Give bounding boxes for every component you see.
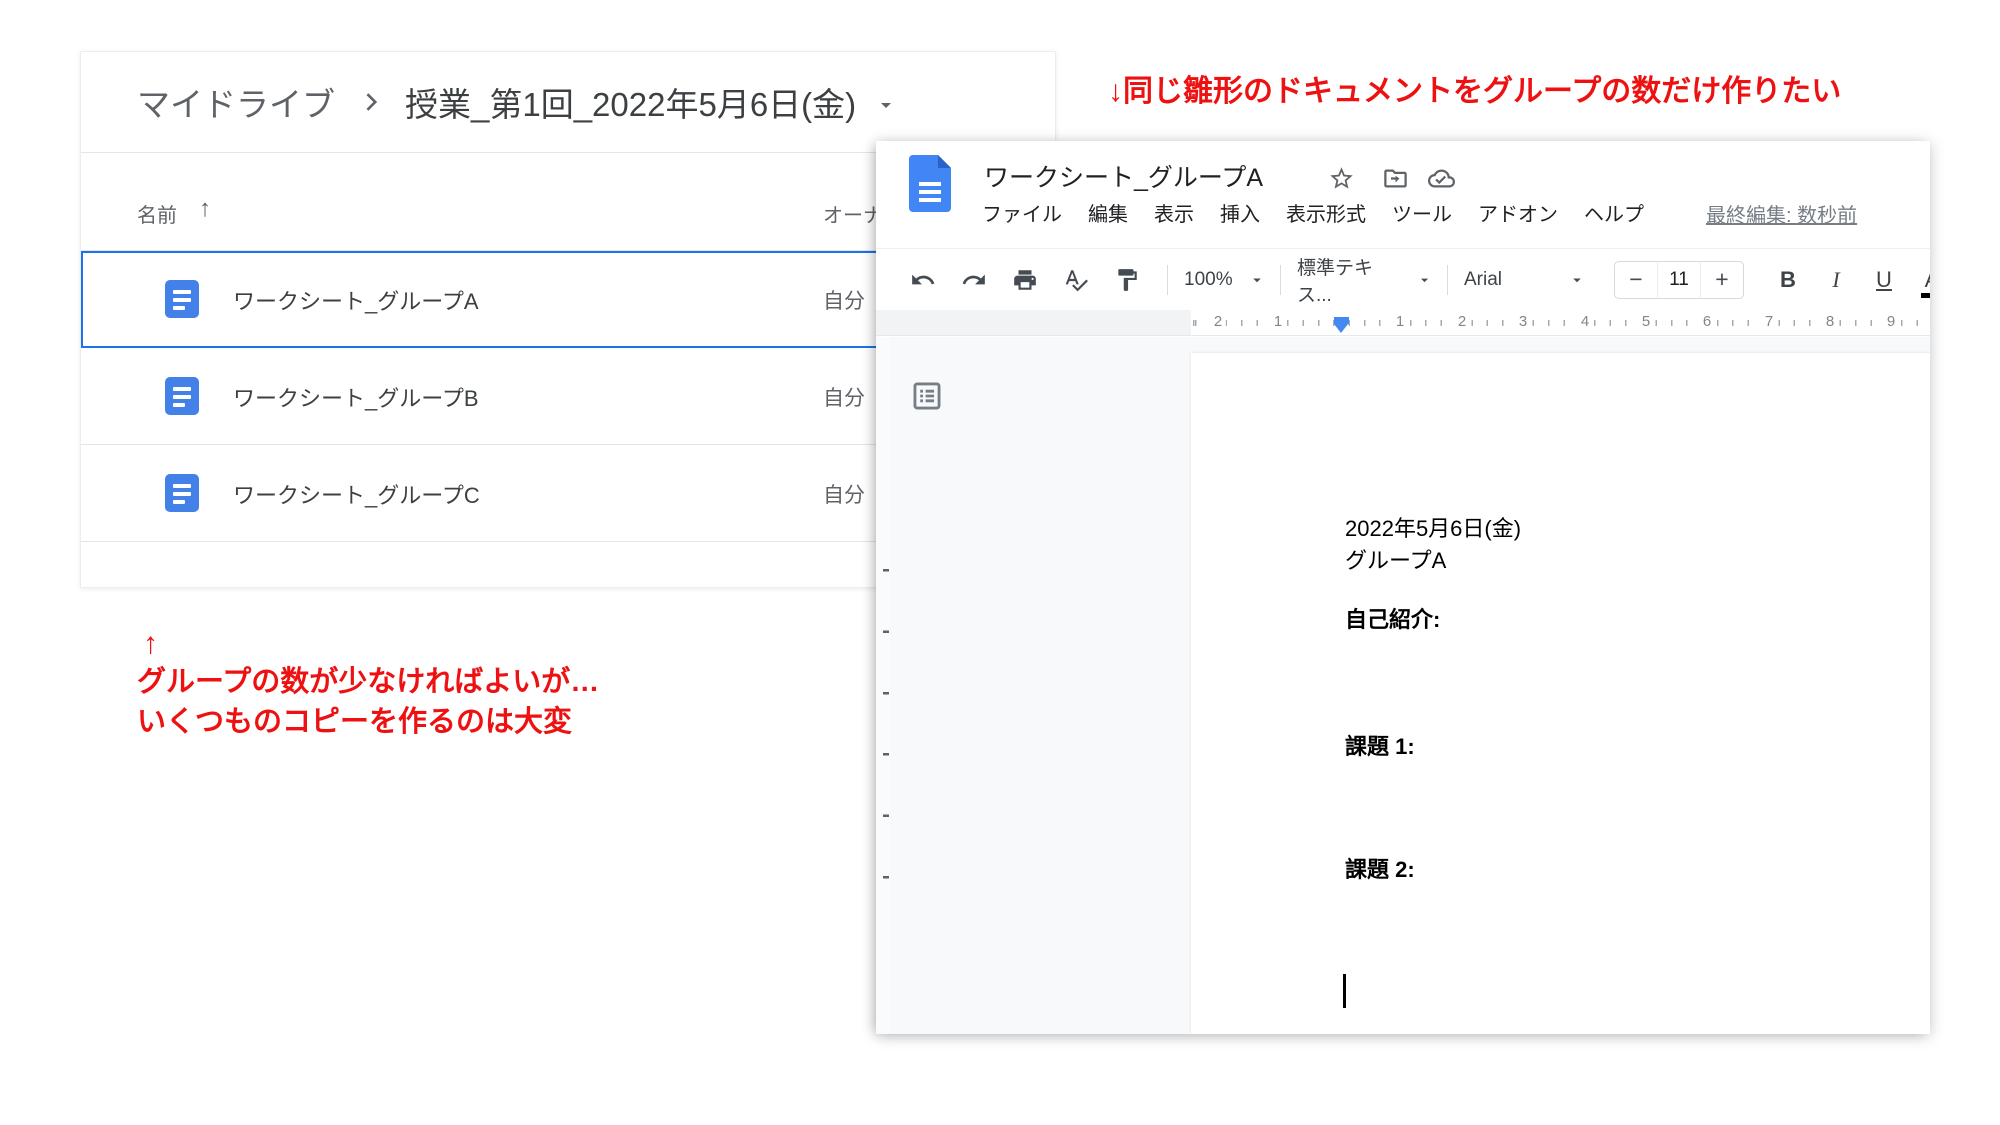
- toolbar-divider: [1280, 265, 1281, 295]
- menu-item[interactable]: 挿入: [1220, 198, 1260, 227]
- zoom-value: 100%: [1184, 269, 1233, 291]
- paint-format-icon[interactable]: [1114, 267, 1140, 293]
- increase-font-size-button[interactable]: +: [1701, 266, 1743, 293]
- menu-item[interactable]: ツール: [1392, 198, 1452, 227]
- file-name: ワークシート_グループA: [233, 284, 479, 316]
- paragraph-style-value: 標準テキス...: [1297, 253, 1402, 307]
- file-owner: 自分: [823, 285, 865, 315]
- column-header-owner[interactable]: オーナ: [823, 199, 883, 228]
- document-page[interactable]: 2022年5月6日(金) グループA 自己紹介: 課題 1: 課題 2:: [1191, 353, 1930, 1034]
- redo-icon[interactable]: [961, 267, 987, 293]
- decrease-font-size-button[interactable]: −: [1615, 266, 1657, 293]
- ruler-number: 6: [1699, 313, 1715, 330]
- toolbar-divider: [1167, 265, 1168, 295]
- cloud-saved-icon[interactable]: [1428, 165, 1455, 192]
- print-icon[interactable]: [1012, 267, 1038, 293]
- google-docs-window: ワークシート_グループA ファイル編集表示挿入表示形式ツールアドオンヘルプ 最終…: [876, 141, 1930, 1034]
- docs-menubar: ファイル編集表示挿入表示形式ツールアドオンヘルプ: [982, 198, 1644, 227]
- doc-text-date: 2022年5月6日(金): [1345, 511, 1521, 543]
- font-size-value[interactable]: 11: [1657, 262, 1701, 298]
- underline-button[interactable]: U: [1874, 267, 1894, 293]
- document-title[interactable]: ワークシート_グループA: [984, 158, 1263, 194]
- italic-button[interactable]: I: [1826, 267, 1846, 293]
- font-family-value: Arial: [1464, 269, 1502, 291]
- breadcrumb-my-drive[interactable]: マイドライブ: [137, 78, 335, 126]
- ruler-ticks: [1191, 320, 1930, 326]
- ruler-number: 3: [1515, 313, 1531, 330]
- menu-item[interactable]: 表示: [1154, 198, 1194, 227]
- breadcrumb: マイドライブ 授業_第1回_2022年5月6日(金): [137, 52, 898, 152]
- zoom-select[interactable]: 100%: [1184, 269, 1266, 291]
- caret-down-icon: [1416, 271, 1433, 289]
- star-icon[interactable]: [1328, 165, 1355, 192]
- ruler-number: 9: [1883, 313, 1899, 330]
- vertical-ruler-ticks: [883, 569, 889, 881]
- text-color-button[interactable]: A: [1922, 267, 1930, 293]
- menu-item[interactable]: ファイル: [982, 198, 1062, 227]
- doc-text-task1: 課題 1:: [1345, 729, 1415, 761]
- ruler-number: 1: [1270, 313, 1286, 330]
- docs-toolbar: 100% 標準テキス... Arial − 11 + B I U A: [876, 248, 1930, 310]
- vertical-ruler[interactable]: [876, 337, 890, 1034]
- annotation-left-line2: いくつものコピーを作るのは大変: [137, 706, 572, 738]
- ruler-number: 2: [1210, 313, 1226, 330]
- bold-button[interactable]: B: [1778, 267, 1798, 293]
- file-name: ワークシート_グループB: [233, 381, 479, 413]
- google-docs-file-icon: [165, 474, 199, 512]
- google-docs-file-icon: [165, 280, 199, 318]
- caret-down-icon: [1248, 271, 1266, 289]
- document-canvas-area: 2022年5月6日(金) グループA 自己紹介: 課題 1: 課題 2:: [890, 337, 1930, 1034]
- ruler-number: 2: [1454, 313, 1470, 330]
- horizontal-ruler[interactable]: 2 1 1 2 3 4 5 6 7 8 9: [876, 310, 1930, 336]
- file-owner: 自分: [823, 479, 865, 509]
- doc-text-task2: 課題 2:: [1345, 852, 1415, 884]
- google-docs-file-icon: [165, 377, 199, 415]
- column-header-name[interactable]: 名前: [137, 199, 177, 228]
- sort-ascending-icon[interactable]: ↑: [199, 195, 211, 223]
- caret-down-icon: [1568, 271, 1586, 289]
- menu-item[interactable]: 編集: [1088, 198, 1128, 227]
- ruler-number: 5: [1638, 313, 1654, 330]
- chevron-right-icon: [355, 87, 385, 117]
- ruler-number: 7: [1761, 313, 1777, 330]
- menu-item[interactable]: アドオン: [1478, 198, 1558, 227]
- file-owner: 自分: [823, 382, 865, 412]
- breadcrumb-current-folder[interactable]: 授業_第1回_2022年5月6日(金): [405, 78, 856, 126]
- google-docs-logo-icon[interactable]: [909, 155, 951, 212]
- spellcheck-icon[interactable]: [1063, 267, 1089, 293]
- font-size-stepper: − 11 +: [1614, 261, 1744, 299]
- menu-item[interactable]: 表示形式: [1286, 198, 1366, 227]
- text-cursor: [1343, 974, 1346, 1008]
- font-family-select[interactable]: Arial: [1464, 269, 1586, 291]
- toolbar-divider: [1447, 265, 1448, 295]
- ruler-number: 1: [1392, 313, 1408, 330]
- annotation-up-arrow: ↑: [143, 626, 599, 662]
- ruler-number: 4: [1577, 313, 1593, 330]
- paragraph-style-select[interactable]: 標準テキス...: [1297, 253, 1433, 307]
- last-edit-link[interactable]: 最終編集: 数秒前: [1706, 199, 1857, 228]
- menu-item[interactable]: ヘルプ: [1584, 198, 1644, 227]
- document-outline-icon[interactable]: [910, 379, 944, 413]
- undo-icon[interactable]: [910, 267, 936, 293]
- doc-text-group: グループA: [1345, 543, 1446, 575]
- ruler-number: 8: [1822, 313, 1838, 330]
- move-to-folder-icon[interactable]: [1382, 165, 1409, 192]
- file-name: ワークシート_グループC: [233, 478, 480, 510]
- folder-menu-caret-icon[interactable]: [874, 93, 898, 117]
- annotation-left: ↑ グループの数が少なければよいが… いくつものコピーを作るのは大変: [137, 626, 599, 742]
- annotation-left-line1: グループの数が少なければよいが…: [137, 666, 599, 698]
- annotation-top: ↓同じ雛形のドキュメントをグループの数だけ作りたい: [1108, 66, 1841, 110]
- doc-text-self-intro: 自己紹介:: [1345, 602, 1440, 634]
- indent-marker-icon[interactable]: [1334, 317, 1349, 333]
